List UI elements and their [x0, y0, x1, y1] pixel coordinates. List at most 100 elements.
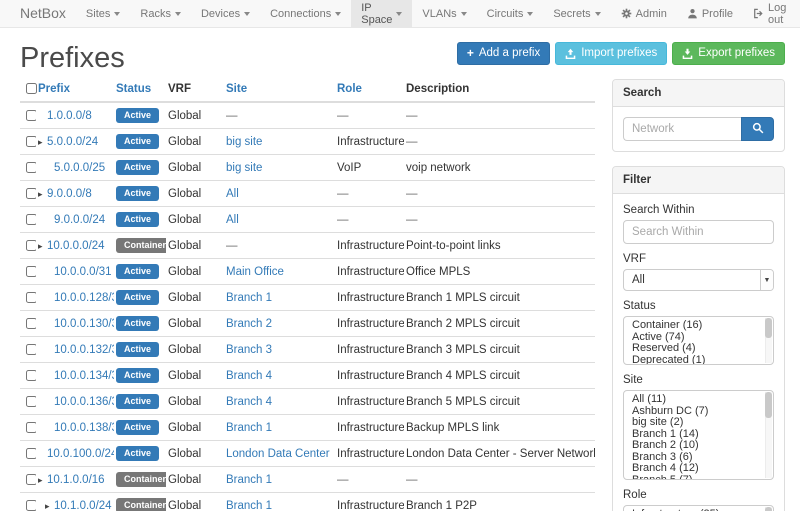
import-prefixes-button[interactable]: Import prefixes	[555, 42, 667, 65]
row-checkbox[interactable]	[26, 396, 36, 407]
role-value: Infrastructure	[337, 422, 404, 434]
tree-indent	[38, 404, 45, 405]
site-option[interactable]: big site (2)	[624, 417, 773, 429]
prefix-link[interactable]: 5.0.0.0/25	[54, 162, 105, 174]
site-link[interactable]: big site	[226, 162, 262, 174]
nav-item-ip-space[interactable]: IP Space	[351, 0, 412, 27]
description-value: Branch 1 MPLS circuit	[406, 292, 520, 304]
prefix-link[interactable]: 10.0.0.130/31	[54, 318, 114, 330]
nav-item-log-out[interactable]: Log out	[743, 0, 796, 27]
column-header-site[interactable]: Site	[224, 79, 335, 102]
scrollbar-thumb[interactable]	[765, 318, 772, 338]
row-checkbox[interactable]	[26, 474, 36, 485]
column-header-prefix[interactable]: Prefix	[36, 79, 114, 102]
nav-item-secrets[interactable]: Secrets	[543, 0, 610, 27]
status-filter-listbox[interactable]: Container (16)Active (74)Reserved (4)Dep…	[623, 316, 774, 365]
vrf-select[interactable]: All ▼	[623, 269, 774, 291]
row-checkbox[interactable]	[26, 188, 36, 199]
prefix-link[interactable]: 10.0.0.134/31	[54, 370, 114, 382]
column-header-role[interactable]: Role	[335, 79, 404, 102]
prefix-link[interactable]: 10.1.0.0/24	[54, 500, 112, 511]
description-value: Branch 4 MPLS circuit	[406, 370, 520, 382]
prefix-link[interactable]: 5.0.0.0/24	[47, 136, 98, 148]
row-checkbox[interactable]	[26, 344, 36, 355]
scrollbar-thumb[interactable]	[765, 507, 772, 511]
site-option[interactable]: Branch 5 (7)	[624, 475, 773, 481]
export-prefixes-button[interactable]: Export prefixes	[672, 42, 785, 65]
search-panel: Search	[612, 79, 785, 152]
prefix-link[interactable]: 10.0.100.0/24	[47, 448, 114, 460]
site-link[interactable]: All	[226, 214, 239, 226]
status-option[interactable]: Container (16)	[624, 320, 773, 332]
site-link[interactable]: big site	[226, 136, 262, 148]
vrf-value: Global	[168, 292, 201, 304]
role-filter-listbox[interactable]: Infrastructure (25)Management (8)Private…	[623, 505, 774, 511]
prefix-link[interactable]: 10.0.0.138/31	[54, 422, 114, 434]
nav-item-profile[interactable]: Profile	[677, 0, 743, 27]
row-checkbox[interactable]	[26, 318, 36, 329]
search-input[interactable]	[623, 117, 741, 141]
row-checkbox[interactable]	[26, 136, 36, 147]
caret-down-icon	[595, 12, 601, 16]
prefix-link[interactable]: 1.0.0.0/8	[47, 110, 92, 122]
site-link[interactable]: Branch 4	[226, 396, 272, 408]
site-link[interactable]: Branch 1	[226, 500, 272, 511]
nav-item-racks[interactable]: Racks	[130, 0, 191, 27]
gear-icon	[621, 8, 632, 19]
row-checkbox[interactable]	[26, 292, 36, 303]
row-checkbox[interactable]	[26, 240, 36, 251]
site-option[interactable]: All (11)	[624, 394, 773, 406]
prefix-link[interactable]: 10.1.0.0/16	[47, 474, 105, 486]
site-link[interactable]: Branch 1	[226, 292, 272, 304]
tree-indent	[38, 222, 45, 223]
site-link[interactable]: Main Office	[226, 266, 284, 278]
status-option[interactable]: Deprecated (1)	[624, 355, 773, 366]
nav-item-sites[interactable]: Sites	[76, 0, 130, 27]
site-link[interactable]: London Data Center	[226, 448, 330, 460]
upload-icon	[565, 48, 576, 59]
row-checkbox[interactable]	[26, 448, 36, 459]
nav-item-connections[interactable]: Connections	[260, 0, 351, 27]
status-option[interactable]: Reserved (4)	[624, 343, 773, 355]
prefix-link[interactable]: 10.0.0.132/31	[54, 344, 114, 356]
vrf-value: Global	[168, 370, 201, 382]
row-checkbox[interactable]	[26, 500, 36, 511]
row-checkbox[interactable]	[26, 214, 36, 225]
brand-netbox[interactable]: NetBox	[0, 0, 76, 27]
site-link[interactable]: All	[226, 188, 239, 200]
row-checkbox[interactable]	[26, 110, 36, 121]
table-row: 10.0.0.138/31ActiveGlobalBranch 1Infrast…	[20, 415, 595, 441]
scrollbar-thumb[interactable]	[765, 392, 772, 418]
prefix-link[interactable]: 10.0.0.0/31	[54, 266, 112, 278]
prefix-link[interactable]: 10.0.0.136/31	[54, 396, 114, 408]
nav-item-admin[interactable]: Admin	[611, 0, 677, 27]
row-checkbox[interactable]	[26, 422, 36, 433]
site-option[interactable]: Branch 2 (10)	[624, 440, 773, 452]
role-value: Infrastructure	[337, 344, 404, 356]
site-filter-listbox[interactable]: All (11)Ashburn DC (7)big site (2)Branch…	[623, 390, 774, 480]
add-prefix-button[interactable]: + Add a prefix	[457, 42, 550, 65]
caret-down-icon	[114, 12, 120, 16]
nav-item-devices[interactable]: Devices	[191, 0, 260, 27]
row-checkbox[interactable]	[26, 266, 36, 277]
site-link[interactable]: Branch 3	[226, 344, 272, 356]
prefix-link[interactable]: 10.0.0.0/24	[47, 240, 105, 252]
prefix-link[interactable]: 9.0.0.0/24	[54, 214, 105, 226]
nav-item-vlans[interactable]: VLANs	[412, 0, 476, 27]
site-option[interactable]: Branch 4 (12)	[624, 463, 773, 475]
status-badge: Container	[116, 498, 166, 511]
search-within-input[interactable]	[623, 220, 774, 244]
column-header-status[interactable]: Status	[114, 79, 166, 102]
site-link[interactable]: Branch 1	[226, 474, 272, 486]
search-button[interactable]	[741, 117, 774, 141]
nav-item-circuits[interactable]: Circuits	[477, 0, 544, 27]
prefix-link[interactable]: 9.0.0.0/8	[47, 188, 92, 200]
site-link[interactable]: Branch 2	[226, 318, 272, 330]
row-checkbox[interactable]	[26, 370, 36, 381]
site-link[interactable]: Branch 4	[226, 370, 272, 382]
prefix-link[interactable]: 10.0.0.128/31	[54, 292, 114, 304]
row-checkbox[interactable]	[26, 162, 36, 173]
select-all-checkbox[interactable]	[26, 83, 37, 94]
table-row: 10.0.100.0/24ActiveGlobalLondon Data Cen…	[20, 441, 595, 467]
site-link[interactable]: Branch 1	[226, 422, 272, 434]
